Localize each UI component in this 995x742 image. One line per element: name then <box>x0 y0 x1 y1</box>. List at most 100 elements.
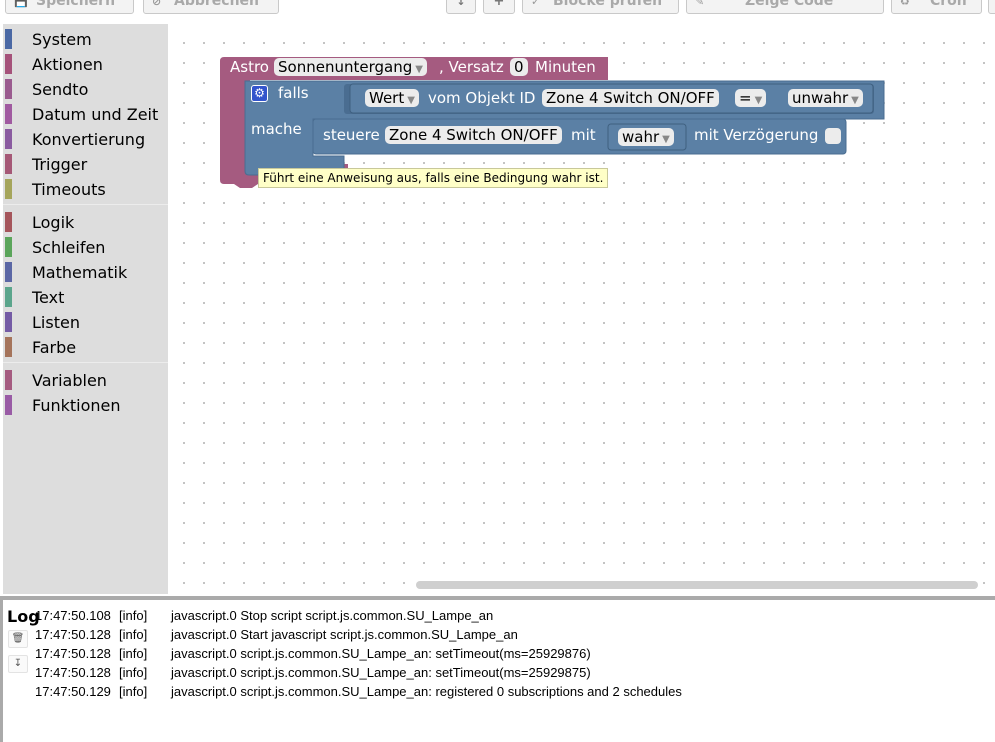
category-konvertierung[interactable]: Konvertierung <box>5 127 165 149</box>
astro-offset-label: , Versatz <box>439 58 504 76</box>
clear-log-button[interactable]: 🗑 <box>8 630 28 648</box>
control-value-dropdown[interactable]: wahr ▼ <box>618 128 674 146</box>
cancel-button-label: Abbrechen <box>174 0 260 9</box>
log-message: javascript.0 script.js.common.SU_Lampe_a… <box>171 665 591 680</box>
log-panel: Log 🗑 ↧ 17:47:50.108 [info] javascript.0… <box>0 596 995 742</box>
save-button[interactable]: 💾 Speichern <box>5 0 134 14</box>
download-log-button[interactable]: ↧ <box>8 655 28 673</box>
category-color-swatch <box>5 29 12 49</box>
log-message: javascript.0 script.js.common.SU_Lampe_a… <box>171 646 591 661</box>
script-editor: 💾 Speichern ⊘ Abbrechen ↧ + ✓ Blöcke prüfen… <box>0 0 995 742</box>
category-label: Variablen <box>32 371 107 390</box>
category-label: Text <box>32 288 65 307</box>
category-color-swatch <box>5 237 12 257</box>
category-color-swatch <box>5 370 12 390</box>
delay-checkbox[interactable] <box>825 128 841 144</box>
category-color-swatch <box>5 104 12 124</box>
cron-label: Cron <box>930 0 967 9</box>
cron-button[interactable]: ♻ Cron <box>891 0 982 14</box>
object-id-field[interactable]: Zone 4 Switch ON/OFF <box>542 89 719 107</box>
category-aktionen[interactable]: Aktionen <box>5 52 165 74</box>
add-button[interactable]: + <box>483 0 515 14</box>
category-label: Funktionen <box>32 396 121 415</box>
category-schleifen[interactable]: Schleifen <box>5 235 165 257</box>
control-value: wahr <box>622 128 660 146</box>
astro-offset-field[interactable]: 0 <box>510 58 528 76</box>
category-label: Listen <box>32 313 80 332</box>
log-severity: [info] <box>119 608 148 623</box>
astro-event-dropdown[interactable]: Sonnenuntergang ▼ <box>274 58 427 76</box>
category-label: System <box>32 30 92 49</box>
category-label: Logik <box>32 213 75 232</box>
save-button-label: Speichern <box>36 0 116 9</box>
category-label: Datum und Zeit <box>32 105 159 124</box>
dropdown-arrow-icon: ▼ <box>851 95 859 106</box>
category-logik[interactable]: Logik <box>5 210 165 232</box>
compare-value-dropdown[interactable]: unwahr ▼ <box>788 89 863 107</box>
control-object-field[interactable]: Zone 4 Switch ON/OFF <box>385 126 562 144</box>
category-funktionen[interactable]: Funktionen <box>5 393 165 415</box>
log-time: 17:47:50.128 <box>35 627 111 642</box>
category-mathematik[interactable]: Mathematik <box>5 260 165 282</box>
object-id-label: vom Objekt ID <box>428 89 536 107</box>
mutator-gear-icon[interactable]: ⚙ <box>251 85 268 102</box>
category-label: Trigger <box>32 155 88 174</box>
category-label: Sendto <box>32 80 89 99</box>
category-variablen[interactable]: Variablen <box>5 368 165 390</box>
toolbar-overflow-button[interactable] <box>988 0 995 14</box>
if-falls-label: falls <box>278 84 309 102</box>
category-system[interactable]: System <box>5 27 165 49</box>
category-color-swatch <box>5 179 12 199</box>
value-type-value: Wert <box>369 89 405 107</box>
log-severity: [info] <box>119 646 148 661</box>
if-mache-label: mache <box>251 120 302 138</box>
log-message: javascript.0 Stop script script.js.commo… <box>171 608 494 623</box>
toolbox: System Aktionen Sendto Datum und Zeit Ko… <box>3 24 168 594</box>
category-label: Mathematik <box>32 263 128 282</box>
dropdown-arrow-icon: ▼ <box>407 95 415 106</box>
category-label: Farbe <box>32 338 77 357</box>
check-icon: ✓ <box>531 0 541 8</box>
download-icon: ↧ <box>13 658 23 669</box>
show-code-button[interactable]: ✎ Zeige Code <box>686 0 884 14</box>
category-timeouts[interactable]: Timeouts <box>5 177 165 199</box>
horizontal-scrollbar[interactable] <box>416 581 978 589</box>
category-color-swatch <box>5 395 12 415</box>
export-button[interactable]: ↧ <box>446 0 476 14</box>
category-color-swatch <box>5 262 12 282</box>
category-color-swatch <box>5 312 12 332</box>
category-color-swatch <box>5 212 12 232</box>
blocks-canvas <box>220 57 885 188</box>
category-color-swatch <box>5 287 12 307</box>
log-time: 17:47:50.128 <box>35 646 111 661</box>
log-time: 17:47:50.129 <box>35 684 111 699</box>
show-code-label: Zeige Code <box>745 0 834 9</box>
category-listen[interactable]: Listen <box>5 310 165 332</box>
category-color-swatch <box>5 154 12 174</box>
category-color-swatch <box>5 129 12 149</box>
category-color-swatch <box>5 337 12 357</box>
category-label: Timeouts <box>32 180 106 199</box>
cron-icon: ♻ <box>900 0 910 8</box>
control-label: steuere <box>323 126 380 144</box>
operator-dropdown[interactable]: = ▼ <box>735 89 767 107</box>
category-text[interactable]: Text <box>5 285 165 307</box>
astro-unit-label: Minuten <box>535 58 596 76</box>
category-sendto[interactable]: Sendto <box>5 77 165 99</box>
category-color-swatch <box>5 54 12 74</box>
check-blocks-button[interactable]: ✓ Blöcke prüfen <box>522 0 679 14</box>
category-datum-und-zeit[interactable]: Datum und Zeit <box>5 102 165 124</box>
control-with-label: mit <box>571 126 596 144</box>
toolbox-separator <box>3 362 168 363</box>
astro-event-value: Sonnenuntergang <box>278 58 413 76</box>
check-blocks-label: Blöcke prüfen <box>553 0 663 9</box>
category-trigger[interactable]: Trigger <box>5 152 165 174</box>
block-tooltip: Führt eine Anweisung aus, falls eine Bed… <box>258 168 609 188</box>
toolbox-separator <box>3 204 168 205</box>
category-farbe[interactable]: Farbe <box>5 335 165 357</box>
blockly-workspace[interactable]: Astro Sonnenuntergang ▼ , Versatz 0 Minut… <box>168 24 995 594</box>
cancel-button[interactable]: ⊘ Abbrechen <box>143 0 279 14</box>
value-type-dropdown[interactable]: Wert ▼ <box>365 89 419 107</box>
export-icon: ↧ <box>456 0 466 8</box>
astro-label: Astro <box>230 58 269 76</box>
